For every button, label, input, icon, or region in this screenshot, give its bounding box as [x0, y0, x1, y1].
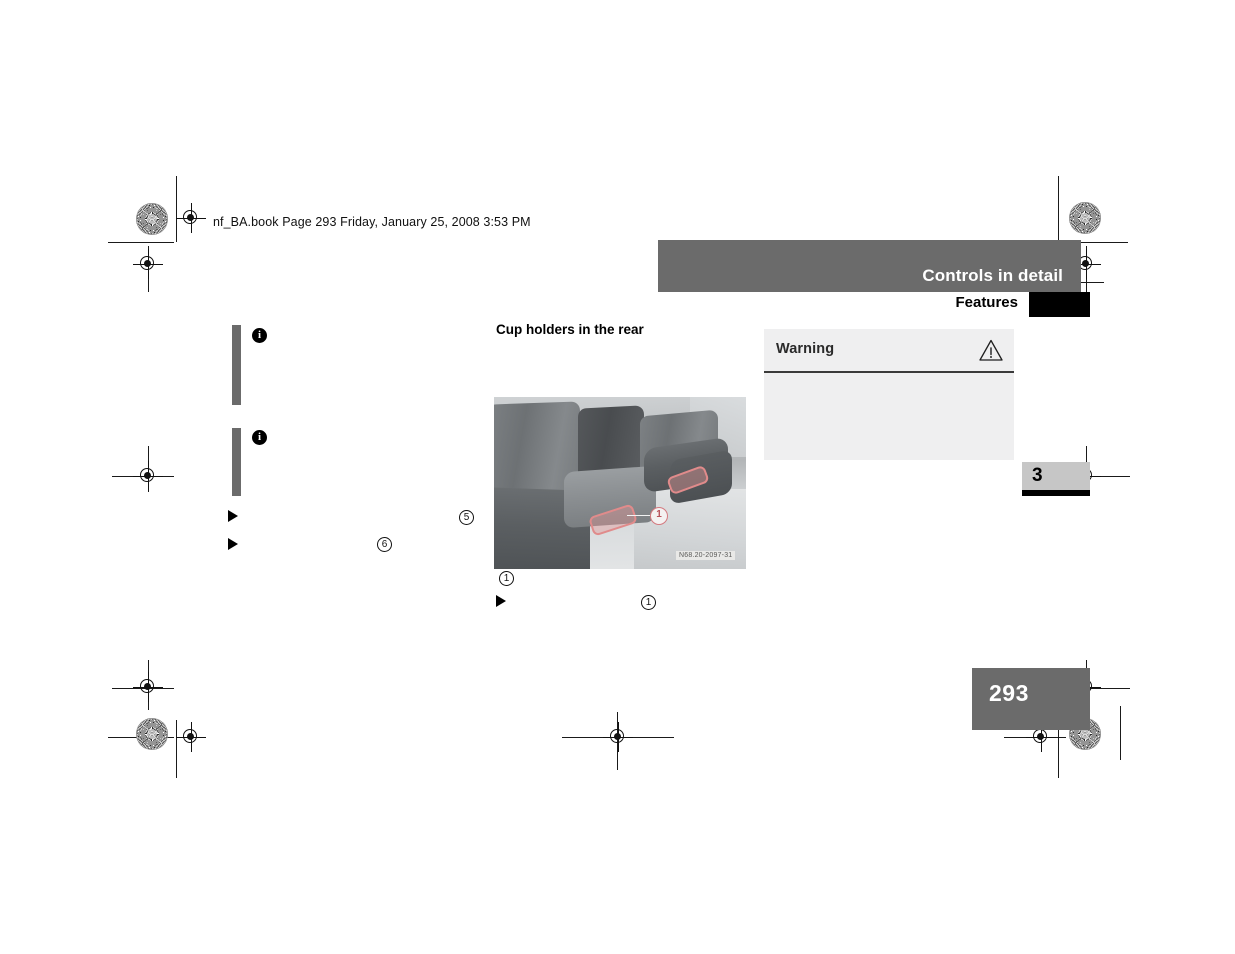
warning-title: Warning	[776, 341, 835, 357]
callout-ref-6: 6	[377, 537, 392, 552]
density-patch-bottom-left	[136, 718, 168, 750]
registration-mark-bottom-left	[176, 722, 206, 752]
chapter-tab-underline	[1022, 490, 1090, 496]
manual-page: nf_BA.book Page 293 Friday, January 25, …	[0, 0, 1235, 954]
warning-box: Warning	[764, 329, 1014, 460]
step-callout-ref: 1	[641, 595, 656, 610]
header-band: Controls in detail	[658, 240, 1081, 292]
chapter-tab: 3	[1022, 462, 1090, 490]
info-icon: i	[252, 328, 267, 343]
crop-line-right-bottom-v2	[1120, 706, 1121, 760]
note-accent-bar-1	[232, 325, 241, 405]
header-band-title: Controls in detail	[922, 266, 1063, 285]
list-bullet-triangle	[228, 538, 238, 550]
crop-line-top-left-horizontal	[108, 242, 174, 243]
crop-line-right-vertical	[1058, 176, 1059, 242]
registration-mark-left-mid	[133, 461, 163, 491]
section-tab-marker	[1029, 292, 1090, 317]
warning-triangle-icon	[979, 339, 1003, 361]
registration-mark-bottom-center	[603, 722, 633, 752]
step-bullet-triangle	[496, 595, 506, 607]
header-subtitle: Features	[955, 294, 1018, 311]
callout-ref-5: 5	[459, 510, 474, 525]
file-stamp: nf_BA.book Page 293 Friday, January 25, …	[213, 215, 531, 229]
chapter-tab-number: 3	[1032, 465, 1043, 486]
registration-mark-top-left	[176, 203, 206, 233]
page-number: 293	[989, 680, 1029, 706]
info-icon: i	[252, 430, 267, 445]
figure-callout-1: 1	[650, 507, 668, 525]
registration-mark-left-upper	[133, 249, 163, 279]
density-patch-top-right	[1069, 202, 1101, 234]
figure-rear-seat-cup-holders: 1 N68.20-2097-31	[494, 397, 746, 569]
figure-caption-ref: 1	[499, 571, 514, 586]
list-bullet-triangle	[228, 510, 238, 522]
figure-image-code: N68.20-2097-31	[676, 551, 736, 560]
page-folio: 293	[972, 668, 1090, 730]
density-patch-top-left	[136, 203, 168, 235]
section-heading: Cup holders in the rear	[496, 322, 644, 337]
note-accent-bar-2	[232, 428, 241, 496]
registration-mark-left-lower	[133, 672, 163, 702]
